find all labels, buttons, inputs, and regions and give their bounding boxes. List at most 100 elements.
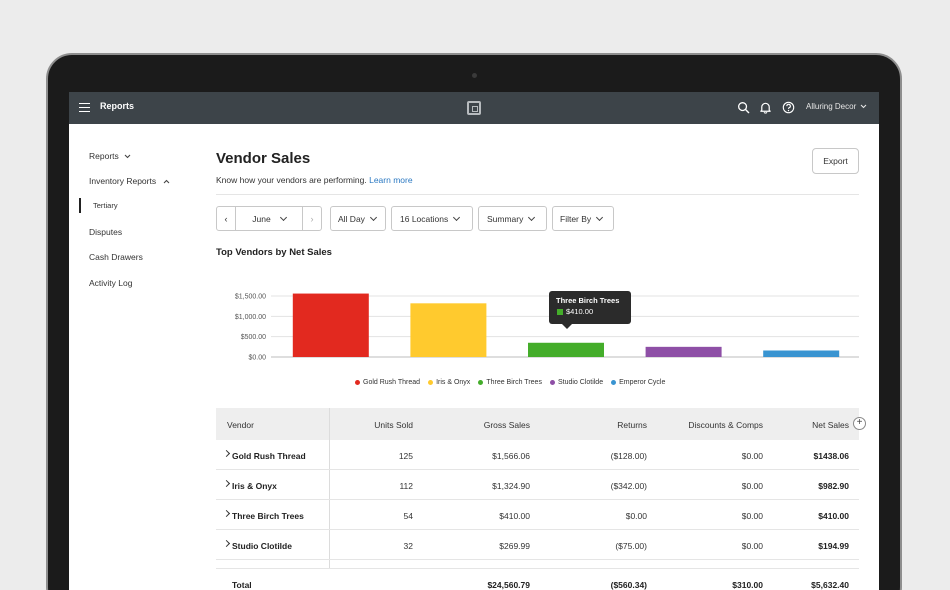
tooltip-title: Three Birch Trees — [556, 296, 620, 305]
chevron-down-icon — [124, 154, 131, 159]
total-gross: $24,560.79 — [487, 580, 530, 590]
header-vendor[interactable]: Vendor — [227, 420, 254, 430]
square-logo-icon[interactable] — [467, 101, 481, 115]
account-switcher[interactable]: Alluring Decor — [806, 102, 867, 111]
sidebar-item-cash-drawers[interactable]: Cash Drawers — [89, 252, 143, 262]
camera-icon — [472, 73, 477, 78]
table-row[interactable]: Gold Rush Thread 125 $1,566.06 ($128.00)… — [216, 440, 859, 470]
gross-sales: $269.99 — [499, 541, 530, 551]
learn-more-link[interactable]: Learn more — [369, 175, 412, 185]
bar-studio-clotilde[interactable] — [645, 346, 722, 357]
chevron-down-icon — [279, 213, 287, 221]
add-column-button[interactable]: + — [853, 417, 866, 430]
month-value: June — [252, 213, 271, 224]
sidebar-item-reports[interactable]: Reports — [89, 151, 131, 161]
chevron-right-icon[interactable] — [222, 479, 231, 488]
locations-select[interactable]: 16 Locations — [391, 206, 473, 231]
chevron-right-icon[interactable] — [222, 509, 231, 518]
sidebar-item-disputes[interactable]: Disputes — [89, 227, 122, 237]
month-select[interactable]: June — [235, 206, 303, 231]
returns: ($342.00) — [610, 481, 647, 491]
legend-item[interactable]: Iris & Onyx — [428, 379, 470, 386]
units-sold: 112 — [399, 481, 413, 491]
bar-gold-rush-thread[interactable] — [292, 293, 369, 357]
header-discounts-comps[interactable]: Discounts & Comps — [688, 420, 763, 430]
chart-legend: Gold Rush Thread Iris & Onyx Three Birch T… — [355, 379, 665, 386]
legend-item[interactable]: Studio Clotilde — [549, 379, 603, 386]
discounts: $0.00 — [741, 511, 763, 521]
chevron-down-icon — [528, 213, 536, 221]
y-tick-label: $500.00 — [241, 334, 266, 341]
net-sales: $410.00 — [818, 511, 849, 521]
time-value: All Day — [338, 213, 365, 224]
legend-item[interactable]: Three Birch Trees — [478, 379, 542, 386]
sidebar-item-label: Inventory Reports — [89, 176, 157, 186]
subtitle-text: Know how your vendors are performing. — [216, 175, 367, 185]
header-units-sold[interactable]: Units Sold — [374, 420, 413, 430]
export-button[interactable]: Export — [812, 148, 859, 174]
table-row[interactable]: Iris & Onyx 112 $1,324.90 ($342.00) $0.0… — [216, 470, 859, 500]
locations-value: 16 Locations — [400, 213, 449, 224]
search-icon[interactable] — [737, 101, 750, 114]
table-row[interactable]: Three Birch Trees 54 $410.00 $0.00 $0.00… — [216, 500, 859, 530]
header-divider — [216, 194, 859, 195]
menu-icon[interactable] — [79, 103, 90, 112]
gross-sales: $410.00 — [499, 511, 530, 521]
active-indicator — [79, 198, 81, 213]
legend-label: Gold Rush Thread — [363, 379, 421, 386]
legend-dot — [355, 380, 360, 385]
view-value: Summary — [487, 213, 524, 224]
total-returns: ($560.34) — [610, 580, 647, 590]
total-label: Total — [232, 580, 252, 590]
help-icon[interactable] — [782, 101, 795, 114]
legend-item[interactable]: Gold Rush Thread — [355, 379, 420, 386]
prev-month-button[interactable]: ‹ — [216, 206, 236, 231]
sidebar-item-inventory-reports[interactable]: Inventory Reports — [89, 176, 170, 186]
sidebar-item-tertiary[interactable]: Tertiary — [93, 201, 118, 210]
header-net-sales[interactable]: Net Sales — [812, 420, 849, 430]
topbar-title: Reports — [100, 101, 135, 111]
next-month-button[interactable]: › — [302, 206, 322, 231]
bar-emperor-cycle[interactable] — [763, 350, 840, 357]
account-name: Alluring Decor — [806, 102, 857, 111]
units-sold: 32 — [403, 541, 413, 551]
legend-item[interactable]: Emperor Cycle — [611, 379, 665, 386]
page-subtitle: Know how your vendors are performing. Le… — [216, 175, 413, 185]
chevron-up-icon — [164, 179, 170, 184]
chevron-right-icon[interactable] — [222, 539, 231, 548]
gross-sales: $1,566.06 — [492, 451, 530, 461]
page-title: Vendor Sales — [216, 150, 311, 167]
chevron-right-icon[interactable] — [222, 449, 231, 458]
returns: $0.00 — [625, 511, 647, 521]
time-select[interactable]: All Day — [330, 206, 386, 231]
header-returns[interactable]: Returns — [617, 420, 647, 430]
bar-iris-onyx[interactable] — [410, 303, 487, 357]
legend-dot — [611, 380, 617, 385]
gross-sales: $1,324.90 — [492, 481, 530, 491]
units-sold: 54 — [403, 511, 413, 521]
chevron-down-icon — [369, 213, 377, 221]
view-select[interactable]: Summary — [478, 206, 547, 231]
returns: ($75.00) — [615, 541, 647, 551]
header-gross-sales[interactable]: Gross Sales — [484, 420, 530, 430]
table-total-row: Total $24,560.79 ($560.34) $310.00 $5,63… — [216, 568, 859, 590]
table-row[interactable]: Studio Clotilde 32 $269.99 ($75.00) $0.0… — [216, 530, 859, 560]
vendor-name: Iris & Onyx — [232, 481, 277, 491]
tooltip-swatch — [557, 309, 563, 315]
bell-icon[interactable] — [759, 101, 772, 114]
y-tick-label: $1,500.00 — [235, 294, 266, 301]
filter-by-select[interactable]: Filter By — [552, 206, 614, 231]
discounts: $0.00 — [741, 541, 763, 551]
legend-dot — [549, 380, 555, 385]
chevron-down-icon — [453, 213, 461, 221]
returns: ($128.00) — [610, 451, 647, 461]
tooltip-value: $410.00 — [566, 307, 594, 316]
app-screen: Reports Alluring Decor Reports Inventory… — [69, 92, 879, 590]
sidebar-item-activity-log[interactable]: Activity Log — [89, 278, 132, 288]
legend-label: Emperor Cycle — [619, 379, 666, 386]
bar-three-birch-trees[interactable] — [528, 342, 604, 357]
discounts: $0.00 — [741, 481, 763, 491]
vendor-name: Gold Rush Thread — [232, 451, 306, 461]
table-header: Vendor Units Sold Gross Sales Returns Di… — [216, 408, 859, 440]
net-sales: $982.90 — [818, 481, 849, 491]
